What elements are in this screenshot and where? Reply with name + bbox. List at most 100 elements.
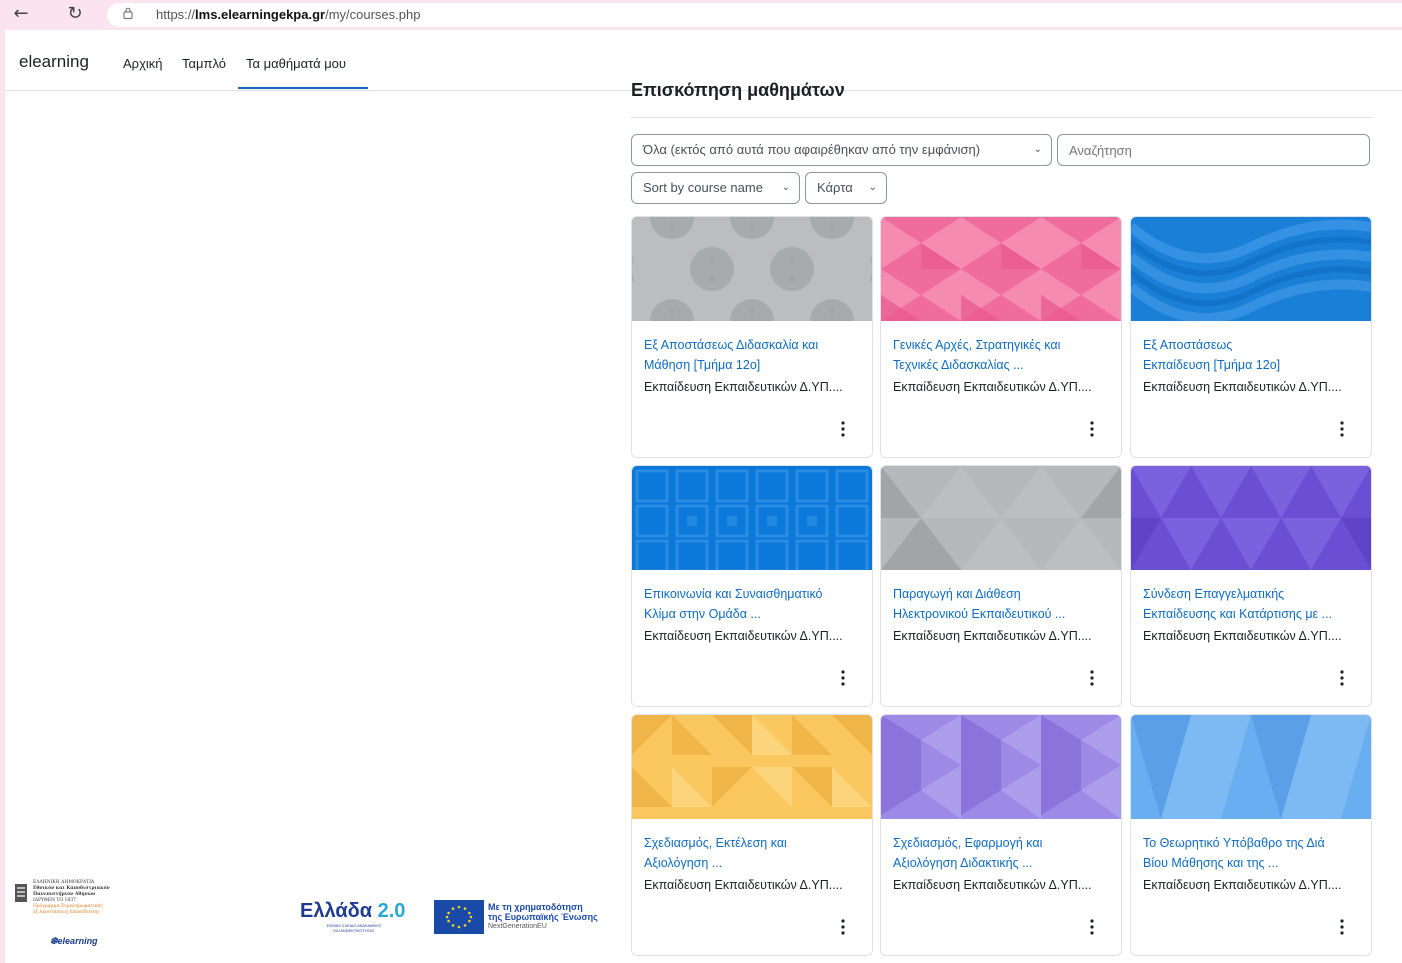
course-card[interactable]: Εξ Αποστάσεως Εκπαίδευση [Τμήμα 12ο] Εκπ… bbox=[1130, 216, 1372, 458]
course-card[interactable]: Εξ Αποστάσεως Διδασκαλία και Μάθηση [Τμή… bbox=[631, 216, 873, 458]
course-title-line: Αξιολόγηση ... bbox=[644, 856, 723, 870]
course-card[interactable]: Παραγωγή και Διάθεση Ηλεκτρονικού Εκπαιδ… bbox=[880, 465, 1122, 707]
course-title-line: Κλίμα στην Ομάδα ... bbox=[644, 607, 761, 621]
course-title-line: Εκπαίδευσης και Κατάρτισης με ... bbox=[1143, 607, 1333, 621]
ellada-word: Ελλάδα bbox=[300, 900, 373, 922]
course-title-line: Σχεδιασμός, Εφαρμογή και bbox=[893, 836, 1043, 850]
course-card[interactable]: Επικοινωνία και Συναισθηματικό Κλίμα στη… bbox=[631, 465, 873, 707]
course-category: Εκπαίδευση Εκπαιδευτικών Δ.ΥΠ.... bbox=[1143, 629, 1342, 643]
university-seal-icon bbox=[15, 884, 27, 902]
sort-dropdown[interactable]: Sort by course name ⌄ bbox=[631, 172, 800, 204]
course-title-line: Επικοινωνία και Συναισθηματικό bbox=[644, 587, 823, 601]
course-category: Εκπαίδευση Εκπαιδευτικών Δ.ΥΠ.... bbox=[1143, 878, 1342, 892]
chevron-down-icon: ⌄ bbox=[781, 182, 790, 193]
nav-dashboard-link[interactable]: Ταμπλό bbox=[182, 56, 226, 71]
course-title-line: Σχεδιασμός, Εκτέλεση και bbox=[644, 836, 787, 850]
active-tab-indicator bbox=[238, 87, 368, 89]
eu-funding-line: της Ευρωπαϊκής Ένωσης bbox=[488, 912, 598, 922]
university-logo: ΕΛΛΗΝΙΚΗ ΔΗΜΟΚΡΑΤΙΑ Εθνικόν και Καποδιστ… bbox=[14, 874, 144, 950]
course-title-line: Βίου Μάθησης και της ... bbox=[1143, 856, 1279, 870]
site-brand[interactable]: elearning bbox=[19, 52, 89, 72]
eu-flag-icon bbox=[434, 900, 484, 934]
nav-my-courses-link[interactable]: Τα μαθήματά μου bbox=[246, 56, 346, 71]
course-image[interactable] bbox=[1131, 217, 1371, 321]
left-edge-strip bbox=[0, 30, 5, 963]
course-image[interactable] bbox=[1131, 466, 1371, 570]
course-card[interactable]: Σύνδεση Επαγγελματικής Εκπαίδευσης και Κ… bbox=[1130, 465, 1372, 707]
course-title-link[interactable]: Εξ Αποστάσεως Εκπαίδευση [Τμήμα 12ο] bbox=[1143, 335, 1361, 375]
url-scheme: https:// bbox=[156, 7, 196, 22]
course-category: Εκπαίδευση Εκπαιδευτικών Δ.ΥΠ.... bbox=[644, 629, 843, 643]
course-image[interactable] bbox=[881, 466, 1121, 570]
course-image[interactable] bbox=[632, 466, 872, 570]
url-host: lms.elearningekpa.gr bbox=[195, 7, 326, 22]
course-card[interactable]: Σχεδιασμός, Εκτέλεση και Αξιολόγηση ... … bbox=[631, 714, 873, 956]
course-category: Εκπαίδευση Εκπαιδευτικών Δ.ΥΠ.... bbox=[644, 878, 843, 892]
course-title-link[interactable]: Γενικές Αρχές, Στρατηγικές και Τεχνικές … bbox=[893, 335, 1111, 375]
browser-toolbar: ← ↻ https://lms.elearningekpa.gr/my/cour… bbox=[0, 0, 1402, 31]
course-category: Εκπαίδευση Εκπαιδευτικών Δ.ΥΠ.... bbox=[893, 629, 1092, 643]
elearning-wordmark: ❆elearning bbox=[50, 936, 98, 946]
page-title: Επισκόπηση μαθημάτων bbox=[631, 80, 845, 100]
course-title-line: Ηλεκτρονικού Εκπαιδευτικού ... bbox=[893, 607, 1066, 621]
course-card[interactable]: Το Θεωρητικό Υπόβαθρο της Διά Βίου Μάθησ… bbox=[1130, 714, 1372, 956]
address-bar[interactable]: https://lms.elearningekpa.gr/my/courses.… bbox=[107, 3, 1402, 27]
eu-funding-line: NextGenerationEU bbox=[488, 923, 547, 930]
chevron-down-icon: ⌄ bbox=[1033, 144, 1042, 155]
url-text: https://lms.elearningekpa.gr/my/courses.… bbox=[156, 7, 420, 22]
more-vertical-icon[interactable] bbox=[837, 918, 849, 936]
view-dropdown-label: Κάρτα bbox=[817, 180, 853, 195]
view-dropdown[interactable]: Κάρτα ⌄ bbox=[805, 172, 887, 204]
url-path: /my/courses.php bbox=[325, 7, 421, 22]
course-title-link[interactable]: Επικοινωνία και Συναισθηματικό Κλίμα στη… bbox=[644, 584, 862, 624]
course-title-line: Εξ Αποστάσεως bbox=[1143, 338, 1233, 352]
more-vertical-icon[interactable] bbox=[1086, 669, 1098, 687]
back-arrow-icon[interactable]: ← bbox=[10, 3, 32, 25]
nav-home-link[interactable]: Αρχική bbox=[123, 56, 163, 71]
course-card[interactable]: Γενικές Αρχές, Στρατηγικές και Τεχνικές … bbox=[880, 216, 1122, 458]
course-category: Εκπαίδευση Εκπαιδευτικών Δ.ΥΠ.... bbox=[644, 380, 843, 394]
course-category: Εκπαίδευση Εκπαιδευτικών Δ.ΥΠ.... bbox=[893, 380, 1092, 394]
eu-funding-logo: Με τη χρηματοδότηση της Ευρωπαϊκής Ένωση… bbox=[434, 896, 614, 938]
course-title-line: Γενικές Αρχές, Στρατηγικές και bbox=[893, 338, 1061, 352]
course-image[interactable] bbox=[1131, 715, 1371, 819]
course-card[interactable]: Σχεδιασμός, Εφαρμογή και Αξιολόγηση Διδα… bbox=[880, 714, 1122, 956]
more-vertical-icon[interactable] bbox=[1086, 420, 1098, 438]
course-title-line: Τεχνικές Διδασκαλίας ... bbox=[893, 358, 1024, 372]
course-title-link[interactable]: Σχεδιασμός, Εκτέλεση και Αξιολόγηση ... bbox=[644, 833, 862, 873]
grouping-dropdown[interactable]: Όλα (εκτός από αυτά που αφαιρέθηκαν από … bbox=[631, 134, 1052, 166]
course-title-link[interactable]: Εξ Αποστάσεως Διδασκαλία και Μάθηση [Τμή… bbox=[644, 335, 862, 375]
more-vertical-icon[interactable] bbox=[837, 420, 849, 438]
course-title-link[interactable]: Παραγωγή και Διάθεση Ηλεκτρονικού Εκπαιδ… bbox=[893, 584, 1111, 624]
more-vertical-icon[interactable] bbox=[837, 669, 849, 687]
course-category: Εκπαίδευση Εκπαιδευτικών Δ.ΥΠ.... bbox=[893, 878, 1092, 892]
lock-icon bbox=[123, 7, 133, 19]
uoa-line: εξ Αποστάσεως Εκπαίδευσης bbox=[33, 910, 100, 915]
more-vertical-icon[interactable] bbox=[1336, 420, 1348, 438]
course-title-line: Σύνδεση Επαγγελματικής bbox=[1143, 587, 1285, 601]
course-image[interactable] bbox=[632, 715, 872, 819]
elearning-wordmark-text: elearning bbox=[57, 936, 98, 946]
course-title-link[interactable]: Το Θεωρητικό Υπόβαθρο της Διά Βίου Μάθησ… bbox=[1143, 833, 1361, 873]
heading-divider bbox=[631, 117, 1373, 118]
course-image[interactable] bbox=[881, 715, 1121, 819]
more-vertical-icon[interactable] bbox=[1336, 918, 1348, 936]
grouping-dropdown-label: Όλα (εκτός από αυτά που αφαιρέθηκαν από … bbox=[643, 142, 981, 157]
course-title-line: Το Θεωρητικό Υπόβαθρο της Διά bbox=[1143, 836, 1325, 850]
course-title-line: Εξ Αποστάσεως Διδασκαλία και bbox=[644, 338, 819, 352]
more-vertical-icon[interactable] bbox=[1086, 918, 1098, 936]
course-title-line: Παραγωγή και Διάθεση bbox=[893, 587, 1021, 601]
course-title-link[interactable]: Σύνδεση Επαγγελματικής Εκπαίδευσης και Κ… bbox=[1143, 584, 1361, 624]
ellada-number: 2.0 bbox=[377, 900, 406, 922]
course-image[interactable] bbox=[881, 217, 1121, 321]
course-image[interactable] bbox=[632, 217, 872, 321]
more-vertical-icon[interactable] bbox=[1336, 669, 1348, 687]
ellada-subtitle: ΚΑΙ ΑΝΘΕΚΤΙΚΟΤΗΤΑΣ bbox=[333, 928, 375, 933]
search-input[interactable] bbox=[1057, 134, 1370, 166]
eu-funding-line: Με τη χρηματοδότηση bbox=[488, 902, 583, 912]
sort-dropdown-label: Sort by course name bbox=[643, 180, 763, 195]
reload-icon[interactable]: ↻ bbox=[64, 3, 86, 25]
course-title-link[interactable]: Σχεδιασμός, Εφαρμογή και Αξιολόγηση Διδα… bbox=[893, 833, 1111, 873]
greece-2-0-logo: Ελλάδα 2.0 ΕΘΝΙΚΟ ΣΧΕΔΙΟ ΑΝΑΚΑΜΨΗΣ ΚΑΙ Α… bbox=[300, 900, 428, 934]
course-title-line: Αξιολόγηση Διδακτικής ... bbox=[893, 856, 1033, 870]
